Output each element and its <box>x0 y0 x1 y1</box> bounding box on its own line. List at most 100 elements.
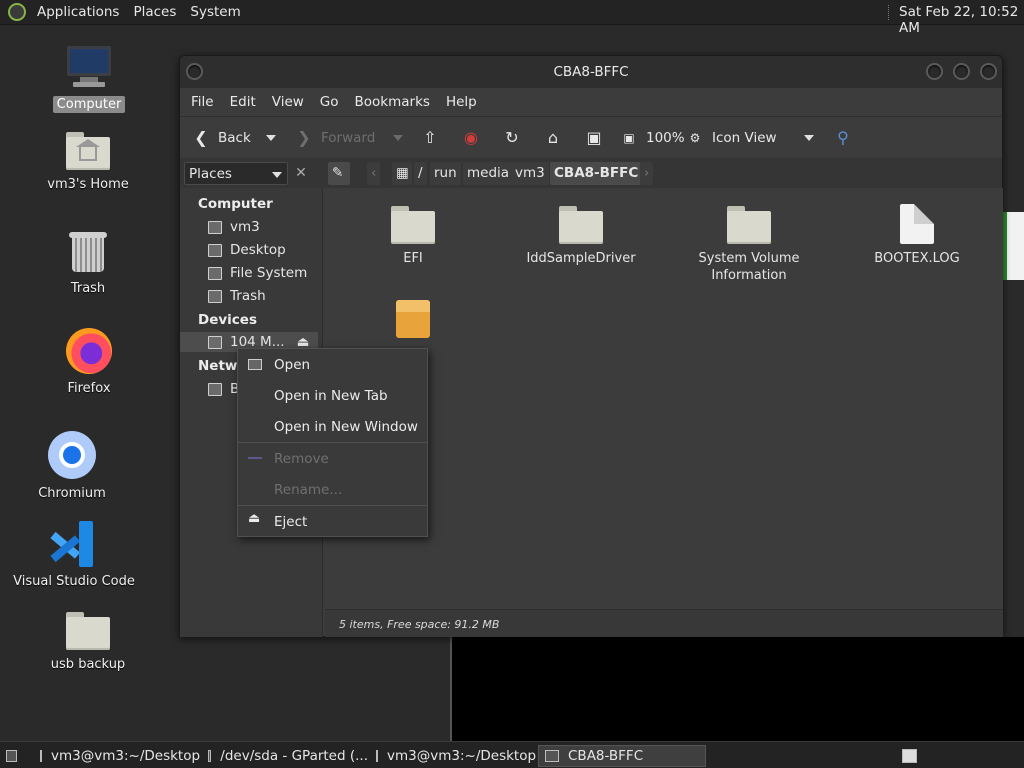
toolbar: ❮ Back ❯ Forward ⇧ ◉ ↻ ⌂ ▣ ▣ 100% ⚙ Icon… <box>180 116 1002 158</box>
zoom-icon: ▣ <box>623 131 635 145</box>
document-icon <box>900 204 934 244</box>
zoom-level: 100% <box>646 130 685 146</box>
path-scroll-left[interactable]: ‹ <box>367 162 381 185</box>
view-mode-select[interactable]: ⚙ Icon View <box>686 127 777 149</box>
clock[interactable]: Sat Feb 22, 10:52 AM <box>899 4 1024 36</box>
taskbar-item-label: CBA8-BFFC <box>568 748 644 764</box>
stop-button[interactable]: ◉ <box>462 127 488 149</box>
path-crumb-run[interactable]: run <box>430 162 461 185</box>
path-crumb-media[interactable]: media <box>463 162 514 185</box>
trash-icon <box>208 289 222 303</box>
zoom-control[interactable]: ▣ 100% <box>620 127 685 149</box>
desktop-icon-firefox[interactable]: Firefox <box>34 328 144 397</box>
desktop-icon-home[interactable]: vm3's Home <box>33 130 143 193</box>
desktop-icon-computer[interactable]: Computer <box>34 46 144 113</box>
taskbar-item-gparted[interactable]: /dev/sda - GParted (... <box>202 745 368 767</box>
background-terminal-window[interactable] <box>450 637 1024 741</box>
computer-button[interactable]: ▣ <box>585 127 611 149</box>
sidebar-item-label: vm3 <box>230 219 260 235</box>
background-window-edge[interactable] <box>1003 212 1024 280</box>
close-sidebar-button[interactable]: ✕ <box>291 163 311 183</box>
panel-separator <box>888 5 890 20</box>
show-desktop-button[interactable] <box>0 745 26 767</box>
sidebar-item-trash[interactable]: Trash <box>208 286 266 306</box>
file-item-package[interactable] <box>343 300 483 344</box>
file-name: BOOTEX.LOG <box>874 251 960 266</box>
view-mode-dropdown[interactable] <box>804 127 814 149</box>
path-crumb-current[interactable]: CBA8-BFFC <box>550 162 643 185</box>
file-item-system-volume-information[interactable]: System Volume Information <box>679 204 819 284</box>
sidebar-item-desktop[interactable]: Desktop <box>208 240 286 260</box>
taskbar-item-terminal-1[interactable]: vm3@vm3:~/Desktop <box>34 745 200 767</box>
desktop-icon-trash[interactable]: Trash <box>33 230 143 297</box>
maximize-button[interactable] <box>953 63 970 80</box>
workspace-switcher[interactable] <box>896 745 926 767</box>
back-history-dropdown[interactable] <box>266 127 276 149</box>
forward-button[interactable]: ❯ Forward <box>295 127 375 149</box>
places-menu[interactable]: Places <box>126 4 183 20</box>
firefox-icon <box>66 328 112 374</box>
file-item-bootex-log[interactable]: BOOTEX.LOG <box>847 204 987 267</box>
eject-icon: ⏏ <box>248 511 261 526</box>
distro-logo-icon[interactable] <box>8 3 26 21</box>
back-button[interactable]: ❮ Back <box>192 127 251 149</box>
file-item-iddsampledriver[interactable]: IddSampleDriver <box>511 204 651 267</box>
bottom-panel: vm3@vm3:~/Desktop /dev/sda - GParted (..… <box>0 741 1024 768</box>
context-open-new-window[interactable]: Open in New Window <box>238 411 427 442</box>
close-button[interactable] <box>980 63 997 80</box>
path-scroll-right[interactable]: › <box>640 162 654 185</box>
context-open[interactable]: Open <box>238 349 427 380</box>
terminal-icon <box>40 750 42 762</box>
desktop-icon-vscode[interactable]: Visual Studio Code <box>13 521 135 590</box>
taskbar-item-terminal-2[interactable]: vm3@vm3:~/Desktop <box>370 745 536 767</box>
menu-view[interactable]: View <box>264 94 312 110</box>
context-item-label: Eject <box>274 514 308 530</box>
context-item-label: Rename... <box>274 482 343 498</box>
path-crumb-vm3[interactable]: vm3 <box>511 162 549 185</box>
menu-go[interactable]: Go <box>312 94 347 110</box>
menu-file[interactable]: File <box>183 94 222 110</box>
desktop-icon-label: Trash <box>70 281 106 296</box>
usb-drive-icon <box>208 335 222 349</box>
desktop-icon-chromium[interactable]: Chromium <box>17 431 127 502</box>
menu-edit[interactable]: Edit <box>222 94 264 110</box>
path-crumb-root[interactable]: / <box>414 162 427 185</box>
desktop-icon-label: vm3's Home <box>47 177 129 192</box>
sidebar-item-file-system[interactable]: File System <box>208 263 307 283</box>
back-label: Back <box>218 130 251 146</box>
context-rename[interactable]: Rename... <box>238 474 427 505</box>
menu-bookmarks[interactable]: Bookmarks <box>347 94 438 110</box>
home-button[interactable]: ⌂ <box>544 127 570 149</box>
context-remove[interactable]: Remove <box>238 443 427 474</box>
sidebar-heading-computer: Computer <box>198 196 273 212</box>
desktop-icon-usb-backup[interactable]: usb backup <box>33 610 143 673</box>
computer-icon: ▣ <box>586 128 602 147</box>
search-button[interactable]: ⚲ <box>834 127 860 149</box>
context-eject[interactable]: ⏏ Eject <box>238 506 427 537</box>
up-button[interactable]: ⇧ <box>421 127 447 149</box>
reload-button[interactable]: ↻ <box>503 127 529 149</box>
search-icon: ⚲ <box>837 128 849 147</box>
home-folder-icon <box>66 130 110 170</box>
system-menu[interactable]: System <box>183 4 247 20</box>
file-item-efi[interactable]: EFI <box>343 204 483 267</box>
menu-help[interactable]: Help <box>438 94 485 110</box>
desktop-icon <box>208 243 222 257</box>
sidebar-item-vm3[interactable]: vm3 <box>208 217 260 237</box>
window-titlebar[interactable]: CBA8-BFFC <box>180 56 1002 88</box>
taskbar-item-file-manager[interactable]: CBA8-BFFC <box>538 745 706 767</box>
home-icon <box>208 220 222 234</box>
context-open-new-tab[interactable]: Open in New Tab <box>238 380 427 411</box>
sidebar-places-select[interactable]: Places <box>184 162 288 185</box>
file-manager-window: CBA8-BFFC File Edit View Go Bookmarks He… <box>179 55 1003 637</box>
minimize-button[interactable] <box>926 63 943 80</box>
forward-history-dropdown[interactable] <box>393 127 403 149</box>
terminal-icon <box>376 750 378 762</box>
context-item-label: Open <box>274 357 311 373</box>
file-name: System Volume Information <box>698 251 800 283</box>
pencil-icon: ✎ <box>332 165 344 181</box>
path-root-icon[interactable]: ▦ <box>392 162 412 185</box>
sidebar-item-network[interactable]: B <box>208 379 239 399</box>
edit-location-button[interactable]: ✎ <box>328 162 350 185</box>
applications-menu[interactable]: Applications <box>30 4 126 20</box>
